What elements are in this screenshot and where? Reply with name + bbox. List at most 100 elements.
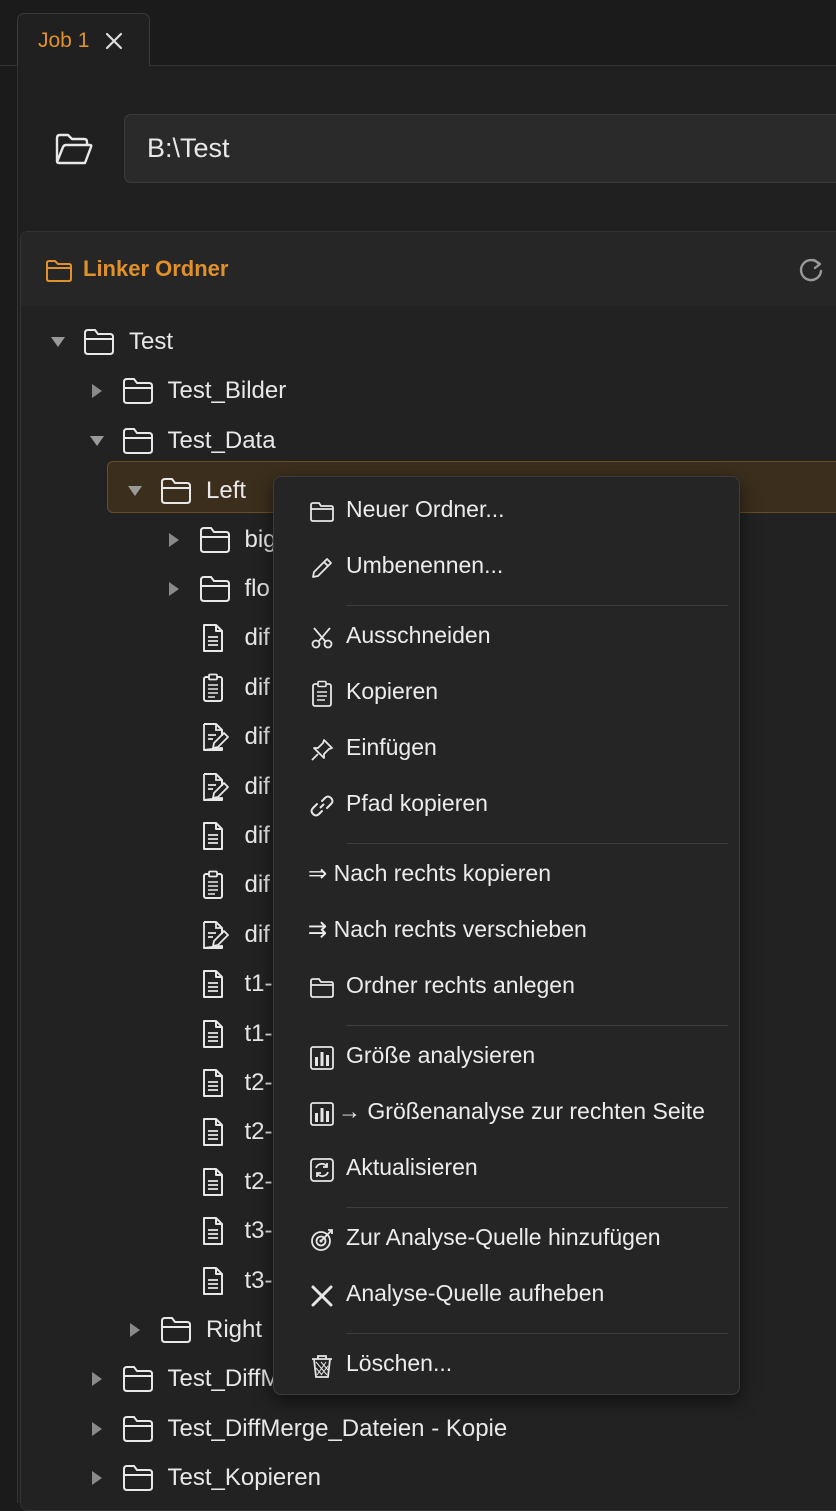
tree-file-row[interactable]: t1-	[163, 960, 273, 1008]
menu-item-pfad-kopieren[interactable]: Pfad kopieren	[274, 779, 739, 831]
panel-header: Linker Ordner	[21, 232, 836, 306]
tree-item-label: dif	[244, 624, 270, 652]
chevron-down-icon[interactable]	[124, 480, 146, 502]
chevron-right-icon[interactable]	[124, 1319, 146, 1341]
menu-item-nach-rechts-kopieren[interactable]: ⇒ Nach rechts kopieren	[274, 849, 739, 901]
file-clipboard-icon	[201, 673, 241, 703]
menu-item-löschen[interactable]: Löschen...	[274, 1339, 739, 1391]
folder-open-icon[interactable]	[54, 132, 94, 166]
menu-separator	[346, 1333, 728, 1334]
tree-file-row[interactable]: t2-	[163, 1059, 273, 1107]
path-input[interactable]	[124, 114, 836, 183]
tree-folder-row[interactable]: Test_DiffMerge_Dateien - Kopie	[86, 1405, 508, 1453]
clipboard-icon	[308, 680, 336, 708]
file-edit-icon	[201, 920, 241, 950]
menu-item-zur-analyse-quelle-hinzufügen[interactable]: Zur Analyse-Quelle hinzufügen	[274, 1213, 739, 1265]
chevron-right-icon[interactable]	[86, 380, 108, 402]
folder-icon	[45, 259, 73, 283]
tree-folder-row[interactable]: Left	[124, 467, 246, 515]
file-text-icon	[201, 1019, 241, 1049]
path-row	[18, 66, 836, 231]
pencil-icon	[308, 554, 336, 582]
tree-item-label: Test_DiffMerge_Dateien - Kopie	[167, 1414, 508, 1442]
chevron-down-icon[interactable]	[86, 430, 108, 452]
close-icon[interactable]	[103, 30, 125, 52]
target-icon	[308, 1226, 336, 1254]
tree-file-row[interactable]: t2-	[163, 1108, 273, 1156]
tree-file-row[interactable]: dif	[163, 812, 270, 860]
tree-folder-row[interactable]: Right	[124, 1306, 262, 1354]
tree-item-label: Test_DiffM	[167, 1365, 281, 1393]
tree-folder-row[interactable]: Test	[47, 318, 173, 366]
menu-item-label: Analyse-Quelle aufheben	[346, 1280, 605, 1306]
tree-item-label: big	[244, 525, 277, 553]
tree-file-row[interactable]: t3-	[163, 1207, 273, 1255]
folder-icon	[199, 575, 239, 603]
tree-item-label: Test	[129, 328, 174, 355]
menu-item-ordner-rechts-anlegen[interactable]: Ordner rechts anlegen	[274, 961, 739, 1013]
tree-item-label: Test_Bilder	[167, 377, 287, 405]
menu-item-label: Neuer Ordner...	[346, 496, 505, 522]
tree-file-row[interactable]: dif	[163, 911, 270, 959]
menu-item-label: ⇉ Nach rechts verschieben	[308, 916, 587, 942]
tree-file-row[interactable]: t2-	[163, 1158, 273, 1206]
tree-file-row[interactable]: t3-	[163, 1257, 273, 1305]
tree-folder-row[interactable]: flo	[163, 565, 270, 613]
chevron-right-icon[interactable]	[163, 578, 185, 600]
tree-folder-row[interactable]: Test_Bilder	[86, 367, 287, 415]
chevron-right-icon[interactable]	[86, 1418, 108, 1440]
menu-item-umbenennen[interactable]: Umbenennen...	[274, 541, 739, 593]
tree-file-row[interactable]: dif	[163, 614, 270, 662]
tree-item-label: t2-	[244, 1167, 273, 1195]
menu-item-kopieren[interactable]: Kopieren	[274, 667, 739, 719]
tree-item-label: dif	[244, 673, 270, 701]
menu-separator	[346, 843, 728, 844]
tree-item-label: t2-	[244, 1118, 273, 1146]
tree-file-row[interactable]: dif	[163, 861, 270, 909]
tree-file-row[interactable]: t1-	[163, 1010, 273, 1058]
chevron-down-icon[interactable]	[47, 331, 69, 353]
tree-item-label: t3-	[244, 1217, 273, 1245]
scissors-icon	[308, 624, 336, 652]
menu-item-einfügen[interactable]: Einfügen	[274, 723, 739, 775]
file-text-icon	[201, 821, 241, 851]
folder-icon	[83, 328, 123, 356]
tab-label: Job 1	[38, 28, 90, 52]
menu-item-größe-analysieren[interactable]: Größe analysieren	[274, 1031, 739, 1083]
chevron-right-icon[interactable]	[86, 1368, 108, 1390]
menu-separator	[346, 605, 728, 606]
tree-file-row[interactable]: dif	[163, 664, 270, 712]
tree-folder-row[interactable]: Test_Kopieren	[86, 1454, 321, 1502]
tree-item-label: t1-	[244, 1019, 273, 1047]
tree-item-label: dif	[244, 772, 270, 800]
chevron-right-icon[interactable]	[86, 1467, 108, 1489]
refresh-icon[interactable]	[797, 256, 825, 284]
tree-folder-row[interactable]: big	[163, 516, 277, 564]
menu-item-analyse-quelle-aufheben[interactable]: Analyse-Quelle aufheben	[274, 1269, 739, 1321]
tree-item-label: t2-	[244, 1069, 273, 1096]
tree-file-row[interactable]: dif	[163, 763, 270, 811]
tree-folder-row[interactable]: Test_DiffM	[86, 1355, 281, 1403]
menu-item-ausschneiden[interactable]: Ausschneiden	[274, 611, 739, 663]
refresh-box-icon	[308, 1156, 336, 1184]
tree-file-row[interactable]: dif	[163, 713, 270, 761]
menu-item-nach-rechts-verschieben[interactable]: ⇉ Nach rechts verschieben	[274, 905, 739, 957]
menu-item-aktualisieren[interactable]: Aktualisieren	[274, 1143, 739, 1195]
file-text-icon	[201, 1216, 241, 1246]
file-text-icon	[201, 1068, 241, 1098]
tree-folder-row[interactable]: Test_Data	[86, 417, 276, 465]
x-icon	[308, 1282, 336, 1310]
menu-item-neuer-ordner[interactable]: Neuer Ordner...	[274, 485, 739, 537]
menu-item-label: Umbenennen...	[346, 552, 504, 578]
folder-icon	[122, 377, 162, 405]
tab-job-1[interactable]: Job 1	[17, 13, 150, 67]
menu-item-größenanalyse-zur-rechten-seite[interactable]: → Größenanalyse zur rechten Seite	[274, 1087, 739, 1139]
chevron-right-icon[interactable]	[163, 529, 185, 551]
